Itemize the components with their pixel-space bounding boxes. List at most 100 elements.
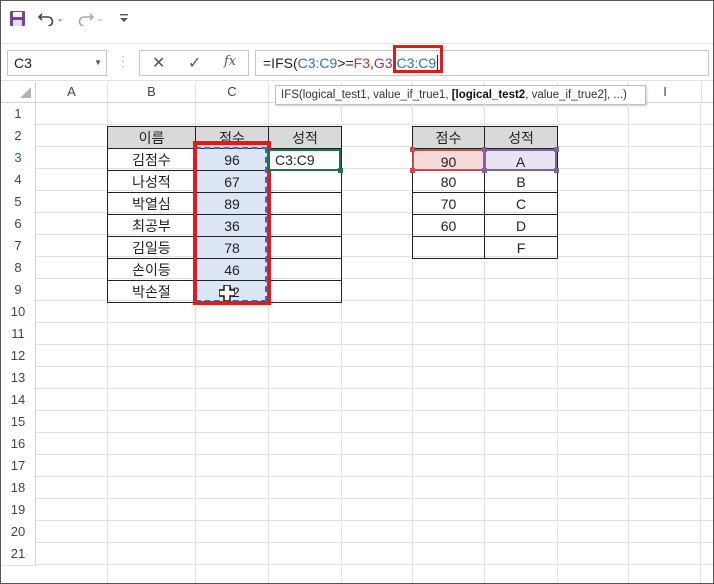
table2-header-grade[interactable]: 성적 [484, 126, 558, 149]
excel-window: ⌄ ⌄ C3 ▼ · · · ✕ ✓ fx =IFS(C3:C9>=F3,G3,… [0, 0, 714, 584]
select-all-icon [20, 87, 31, 98]
tooltip-arg[interactable]: value_if_true2] [532, 89, 607, 101]
column-header-a[interactable]: A [36, 82, 108, 102]
splitter-handle[interactable]: · · · [121, 50, 125, 72]
row-header-18[interactable]: 18 [1, 477, 36, 500]
grid-vline [628, 103, 629, 583]
save-icon [10, 10, 25, 26]
tooltip-tail: , ...) [607, 89, 627, 101]
cross-cursor-icon [219, 285, 235, 301]
customize-toolbar-button[interactable] [119, 7, 129, 29]
customize-icon [120, 14, 128, 22]
row-header-15[interactable]: 15 [1, 411, 36, 434]
table2-score-cell[interactable]: 70 [412, 192, 485, 215]
formula-highlight-box [393, 45, 443, 73]
ref-handle[interactable] [410, 147, 415, 152]
row-header-2[interactable]: 2 [1, 125, 36, 148]
tooltip-fn[interactable]: IFS( [281, 89, 303, 101]
undo-dropdown-icon[interactable]: ⌄ [57, 14, 64, 23]
table2-score-cell[interactable]: 80 [412, 170, 485, 193]
column-header-b[interactable]: B [108, 82, 196, 102]
row-header-20[interactable]: 20 [1, 521, 36, 544]
fill-handle[interactable] [338, 168, 343, 173]
row-header-7[interactable]: 7 [1, 235, 36, 258]
table1-header-name[interactable]: 이름 [107, 126, 196, 149]
table1-name-cell[interactable]: 나성적 [107, 170, 196, 193]
tooltip-arg[interactable]: value_if_true1 [373, 89, 445, 101]
table2-grade-cell[interactable]: D [484, 214, 558, 237]
redo-dropdown-icon[interactable]: ⌄ [97, 14, 104, 23]
reference-cell-f3[interactable]: 90 [412, 149, 485, 171]
table1-grade-cell[interactable] [268, 280, 342, 303]
table1-grade-cell[interactable] [268, 170, 342, 193]
active-cell-text: C3:C9 [275, 152, 315, 168]
row-header-16[interactable]: 16 [1, 433, 36, 456]
formula-input[interactable]: =IFS(C3:C9>=F3,G3,C3:C9 [255, 50, 709, 76]
row-header-6[interactable]: 6 [1, 213, 36, 236]
formula-bar-row: C3 ▼ · · · ✕ ✓ fx =IFS(C3:C9>=F3,G3,C3:C9 [1, 43, 713, 81]
formula-buttons: ✕ ✓ fx [139, 50, 249, 76]
row-header-19[interactable]: 19 [1, 499, 36, 522]
table1-name-cell[interactable]: 박열심 [107, 192, 196, 215]
row-header-5[interactable]: 5 [1, 191, 36, 214]
ref-handle[interactable] [554, 147, 559, 152]
active-cell-d3[interactable]: C3:C9 [268, 149, 341, 171]
row-header-21[interactable]: 21 [1, 543, 36, 566]
row-header-14[interactable]: 14 [1, 389, 36, 412]
formula-ref-c3c9: C3:C9 [297, 55, 338, 71]
table2-score-cell[interactable] [412, 236, 485, 259]
reference-cell-g3[interactable]: A [484, 149, 557, 171]
ref-handle[interactable] [482, 168, 487, 173]
name-box-value: C3 [14, 55, 32, 71]
row-header-3[interactable]: 3 [1, 147, 36, 170]
row-header-13[interactable]: 13 [1, 367, 36, 390]
redo-button[interactable]: ⌄ [77, 7, 104, 29]
table1-grade-cell[interactable] [268, 236, 342, 259]
ref-handle[interactable] [482, 147, 487, 152]
redo-icon [78, 13, 95, 26]
row-header-8[interactable]: 8 [1, 257, 36, 280]
enter-icon[interactable]: ✓ [188, 53, 201, 73]
table2-grade-cell[interactable]: C [484, 192, 558, 215]
ref-handle[interactable] [554, 168, 559, 173]
ref-handle[interactable] [410, 168, 415, 173]
table1-name-cell[interactable]: 최공부 [107, 214, 196, 237]
table2-score-cell[interactable]: 60 [412, 214, 485, 237]
formula-ref-f3: F3 [353, 55, 371, 71]
table2-header-score[interactable]: 점수 [412, 126, 485, 149]
table1-grade-cell[interactable] [268, 258, 342, 281]
tooltip-arg[interactable]: logical_test1 [303, 89, 367, 101]
table1-grade-cell[interactable] [268, 192, 342, 215]
cancel-icon[interactable]: ✕ [152, 53, 165, 73]
row-header-10[interactable]: 10 [1, 301, 36, 324]
formula-part: =IFS( [263, 55, 298, 71]
table1-name-cell[interactable]: 김일등 [107, 236, 196, 259]
row-header-1[interactable]: 1 [1, 103, 36, 126]
chevron-down-icon[interactable]: ▼ [94, 58, 102, 67]
function-tooltip: IFS(logical_test1, value_if_true1, [logi… [275, 85, 646, 105]
save-button[interactable] [9, 7, 26, 29]
table2-grade-cell[interactable]: F [484, 236, 558, 259]
table2-grade-cell[interactable]: B [484, 170, 558, 193]
table1-header-grade[interactable]: 성적 [268, 126, 342, 149]
formula-part: >= [337, 55, 354, 71]
select-all-corner[interactable] [1, 82, 36, 102]
undo-icon [37, 13, 54, 26]
row-header-9[interactable]: 9 [1, 279, 36, 302]
column-header-c[interactable]: C [196, 82, 269, 102]
row-header-11[interactable]: 11 [1, 323, 36, 346]
row-header-17[interactable]: 17 [1, 455, 36, 478]
insert-function-icon[interactable]: fx [224, 54, 236, 69]
row-header-12[interactable]: 12 [1, 345, 36, 368]
range-highlight-box [193, 141, 271, 305]
quick-access-toolbar: ⌄ ⌄ [1, 1, 713, 35]
formula-ref-g3: G3 [373, 55, 393, 71]
tooltip-arg-current[interactable]: [logical_test2 [452, 89, 526, 101]
table1-name-cell[interactable]: 손이등 [107, 258, 196, 281]
row-header-4[interactable]: 4 [1, 169, 36, 192]
table1-grade-cell[interactable] [268, 214, 342, 237]
undo-button[interactable]: ⌄ [37, 7, 64, 29]
table1-name-cell[interactable]: 박손절 [107, 280, 196, 303]
name-box[interactable]: C3 ▼ [7, 50, 107, 76]
table1-name-cell[interactable]: 김점수 [107, 148, 196, 171]
